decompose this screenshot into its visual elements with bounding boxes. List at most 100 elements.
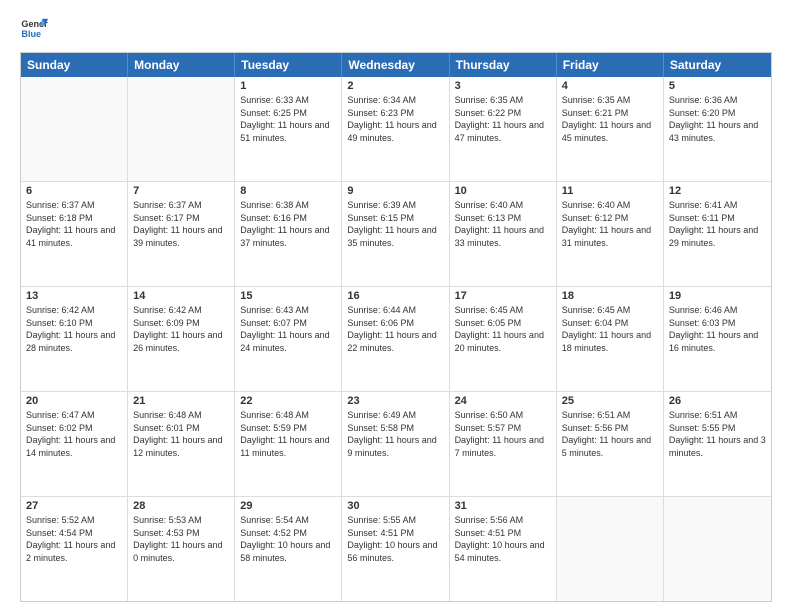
day-number: 7 bbox=[133, 185, 229, 197]
cell-content: Sunrise: 5:56 AM Sunset: 4:51 PM Dayligh… bbox=[455, 514, 551, 564]
calendar-cell: 10 Sunrise: 6:40 AM Sunset: 6:13 PM Dayli… bbox=[450, 182, 557, 286]
calendar-cell: 16 Sunrise: 6:44 AM Sunset: 6:06 PM Dayli… bbox=[342, 287, 449, 391]
cell-content: Sunrise: 6:49 AM Sunset: 5:58 PM Dayligh… bbox=[347, 409, 443, 459]
cell-content: Sunrise: 6:42 AM Sunset: 6:09 PM Dayligh… bbox=[133, 304, 229, 354]
day-number: 31 bbox=[455, 500, 551, 512]
calendar-week-2: 6 Sunrise: 6:37 AM Sunset: 6:18 PM Daylig… bbox=[21, 181, 771, 286]
cell-content: Sunrise: 6:34 AM Sunset: 6:23 PM Dayligh… bbox=[347, 94, 443, 144]
calendar-cell: 31 Sunrise: 5:56 AM Sunset: 4:51 PM Dayli… bbox=[450, 497, 557, 601]
day-number: 27 bbox=[26, 500, 122, 512]
cell-content: Sunrise: 6:51 AM Sunset: 5:56 PM Dayligh… bbox=[562, 409, 658, 459]
calendar-cell: 13 Sunrise: 6:42 AM Sunset: 6:10 PM Dayli… bbox=[21, 287, 128, 391]
day-number: 23 bbox=[347, 395, 443, 407]
header-day-monday: Monday bbox=[128, 53, 235, 77]
calendar-cell: 27 Sunrise: 5:52 AM Sunset: 4:54 PM Dayli… bbox=[21, 497, 128, 601]
calendar-cell: 22 Sunrise: 6:48 AM Sunset: 5:59 PM Dayli… bbox=[235, 392, 342, 496]
cell-content: Sunrise: 6:45 AM Sunset: 6:04 PM Dayligh… bbox=[562, 304, 658, 354]
calendar-week-5: 27 Sunrise: 5:52 AM Sunset: 4:54 PM Dayli… bbox=[21, 496, 771, 601]
header-day-tuesday: Tuesday bbox=[235, 53, 342, 77]
calendar-cell: 5 Sunrise: 6:36 AM Sunset: 6:20 PM Daylig… bbox=[664, 77, 771, 181]
calendar-cell: 7 Sunrise: 6:37 AM Sunset: 6:17 PM Daylig… bbox=[128, 182, 235, 286]
cell-content: Sunrise: 5:54 AM Sunset: 4:52 PM Dayligh… bbox=[240, 514, 336, 564]
page: General Blue SundayMondayTuesdayWednesda… bbox=[0, 0, 792, 612]
cell-content: Sunrise: 6:48 AM Sunset: 5:59 PM Dayligh… bbox=[240, 409, 336, 459]
logo-icon: General Blue bbox=[20, 16, 48, 44]
day-number: 10 bbox=[455, 185, 551, 197]
calendar-cell bbox=[664, 497, 771, 601]
header-day-thursday: Thursday bbox=[450, 53, 557, 77]
cell-content: Sunrise: 6:51 AM Sunset: 5:55 PM Dayligh… bbox=[669, 409, 766, 459]
day-number: 30 bbox=[347, 500, 443, 512]
calendar-week-3: 13 Sunrise: 6:42 AM Sunset: 6:10 PM Dayli… bbox=[21, 286, 771, 391]
header-day-wednesday: Wednesday bbox=[342, 53, 449, 77]
calendar-cell: 30 Sunrise: 5:55 AM Sunset: 4:51 PM Dayli… bbox=[342, 497, 449, 601]
day-number: 17 bbox=[455, 290, 551, 302]
cell-content: Sunrise: 6:44 AM Sunset: 6:06 PM Dayligh… bbox=[347, 304, 443, 354]
header-day-friday: Friday bbox=[557, 53, 664, 77]
cell-content: Sunrise: 6:39 AM Sunset: 6:15 PM Dayligh… bbox=[347, 199, 443, 249]
day-number: 4 bbox=[562, 80, 658, 92]
cell-content: Sunrise: 5:55 AM Sunset: 4:51 PM Dayligh… bbox=[347, 514, 443, 564]
cell-content: Sunrise: 6:35 AM Sunset: 6:22 PM Dayligh… bbox=[455, 94, 551, 144]
calendar-cell: 20 Sunrise: 6:47 AM Sunset: 6:02 PM Dayli… bbox=[21, 392, 128, 496]
day-number: 13 bbox=[26, 290, 122, 302]
calendar-cell: 11Sunrise: 6:40 AM Sunset: 6:12 PM Dayli… bbox=[557, 182, 664, 286]
day-number: 14 bbox=[133, 290, 229, 302]
calendar-week-4: 20 Sunrise: 6:47 AM Sunset: 6:02 PM Dayli… bbox=[21, 391, 771, 496]
calendar-cell: 8 Sunrise: 6:38 AM Sunset: 6:16 PM Daylig… bbox=[235, 182, 342, 286]
cell-content: Sunrise: 6:33 AM Sunset: 6:25 PM Dayligh… bbox=[240, 94, 336, 144]
day-number: 20 bbox=[26, 395, 122, 407]
calendar-cell: 2 Sunrise: 6:34 AM Sunset: 6:23 PM Daylig… bbox=[342, 77, 449, 181]
day-number: 29 bbox=[240, 500, 336, 512]
cell-content: Sunrise: 6:41 AM Sunset: 6:11 PM Dayligh… bbox=[669, 199, 766, 249]
day-number: 5 bbox=[669, 80, 766, 92]
calendar-cell: 6 Sunrise: 6:37 AM Sunset: 6:18 PM Daylig… bbox=[21, 182, 128, 286]
day-number: 22 bbox=[240, 395, 336, 407]
calendar-body: 1 Sunrise: 6:33 AM Sunset: 6:25 PM Daylig… bbox=[21, 77, 771, 601]
calendar-cell: 26 Sunrise: 6:51 AM Sunset: 5:55 PM Dayli… bbox=[664, 392, 771, 496]
day-number: 21 bbox=[133, 395, 229, 407]
calendar-cell: 1 Sunrise: 6:33 AM Sunset: 6:25 PM Daylig… bbox=[235, 77, 342, 181]
calendar-cell bbox=[128, 77, 235, 181]
header: General Blue bbox=[20, 16, 772, 44]
day-number: 1 bbox=[240, 80, 336, 92]
cell-content: Sunrise: 5:52 AM Sunset: 4:54 PM Dayligh… bbox=[26, 514, 122, 564]
day-number: 9 bbox=[347, 185, 443, 197]
calendar-cell: 24 Sunrise: 6:50 AM Sunset: 5:57 PM Dayli… bbox=[450, 392, 557, 496]
calendar-cell: 14 Sunrise: 6:42 AM Sunset: 6:09 PM Dayli… bbox=[128, 287, 235, 391]
calendar-week-1: 1 Sunrise: 6:33 AM Sunset: 6:25 PM Daylig… bbox=[21, 77, 771, 181]
cell-content: Sunrise: 6:50 AM Sunset: 5:57 PM Dayligh… bbox=[455, 409, 551, 459]
day-number: 18 bbox=[562, 290, 658, 302]
header-day-sunday: Sunday bbox=[21, 53, 128, 77]
header-day-saturday: Saturday bbox=[664, 53, 771, 77]
calendar-cell: 17Sunrise: 6:45 AM Sunset: 6:05 PM Dayli… bbox=[450, 287, 557, 391]
cell-content: Sunrise: 6:47 AM Sunset: 6:02 PM Dayligh… bbox=[26, 409, 122, 459]
day-number: 24 bbox=[455, 395, 551, 407]
day-number: 25 bbox=[562, 395, 658, 407]
cell-content: Sunrise: 6:35 AM Sunset: 6:21 PM Dayligh… bbox=[562, 94, 658, 144]
day-number: 2 bbox=[347, 80, 443, 92]
cell-content: Sunrise: 6:46 AM Sunset: 6:03 PM Dayligh… bbox=[669, 304, 766, 354]
cell-content: Sunrise: 6:37 AM Sunset: 6:17 PM Dayligh… bbox=[133, 199, 229, 249]
day-number: 26 bbox=[669, 395, 766, 407]
calendar-cell: 23 Sunrise: 6:49 AM Sunset: 5:58 PM Dayli… bbox=[342, 392, 449, 496]
day-number: 28 bbox=[133, 500, 229, 512]
cell-content: Sunrise: 6:42 AM Sunset: 6:10 PM Dayligh… bbox=[26, 304, 122, 354]
calendar-cell: 4 Sunrise: 6:35 AM Sunset: 6:21 PM Daylig… bbox=[557, 77, 664, 181]
calendar: SundayMondayTuesdayWednesdayThursdayFrid… bbox=[20, 52, 772, 602]
calendar-cell: 18 Sunrise: 6:45 AM Sunset: 6:04 PM Dayli… bbox=[557, 287, 664, 391]
day-number: 8 bbox=[240, 185, 336, 197]
cell-content: Sunrise: 6:36 AM Sunset: 6:20 PM Dayligh… bbox=[669, 94, 766, 144]
cell-content: Sunrise: 6:38 AM Sunset: 6:16 PM Dayligh… bbox=[240, 199, 336, 249]
cell-content: Sunrise: 6:37 AM Sunset: 6:18 PM Dayligh… bbox=[26, 199, 122, 249]
cell-content: Sunrise: 6:40 AM Sunset: 6:12 PM Dayligh… bbox=[562, 199, 658, 249]
calendar-cell: 9 Sunrise: 6:39 AM Sunset: 6:15 PM Daylig… bbox=[342, 182, 449, 286]
day-number: 6 bbox=[26, 185, 122, 197]
cell-content: Sunrise: 5:53 AM Sunset: 4:53 PM Dayligh… bbox=[133, 514, 229, 564]
calendar-header: SundayMondayTuesdayWednesdayThursdayFrid… bbox=[21, 53, 771, 77]
cell-content: Sunrise: 6:40 AM Sunset: 6:13 PM Dayligh… bbox=[455, 199, 551, 249]
day-number: 16 bbox=[347, 290, 443, 302]
day-number: 15 bbox=[240, 290, 336, 302]
day-number: 3 bbox=[455, 80, 551, 92]
cell-content: Sunrise: 6:43 AM Sunset: 6:07 PM Dayligh… bbox=[240, 304, 336, 354]
